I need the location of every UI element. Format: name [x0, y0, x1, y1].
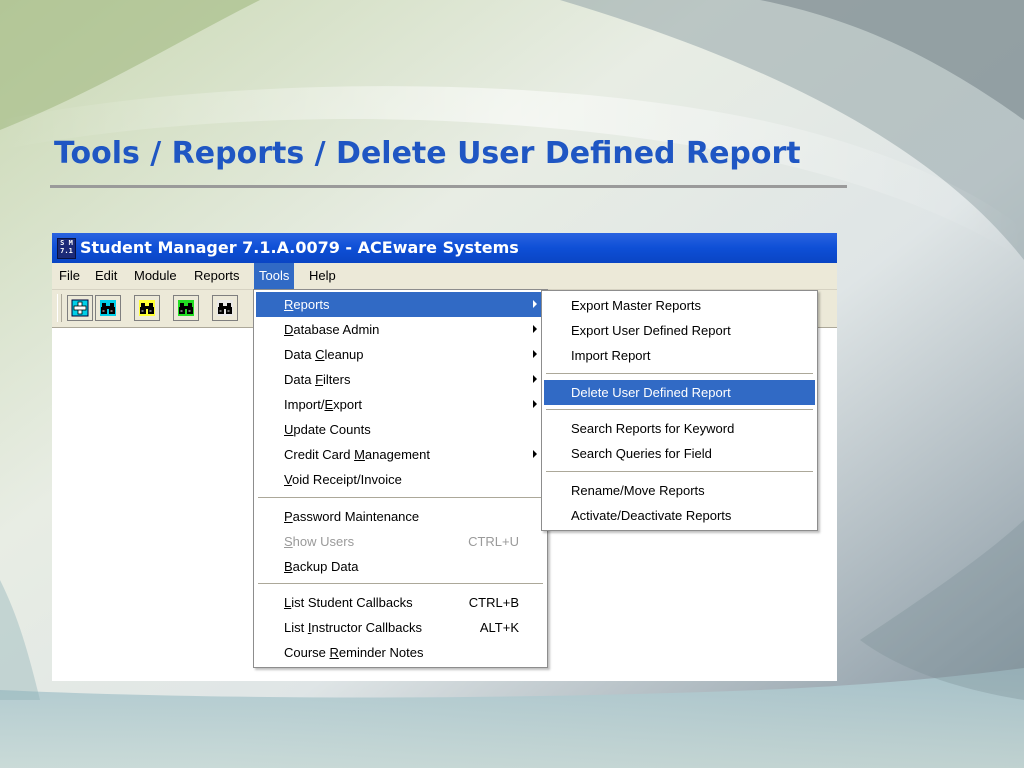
tools-menu-item-update-counts[interactable]: Update Counts [256, 417, 545, 442]
window-title-bar[interactable]: S M 7.1 Student Manager 7.1.A.0079 - ACE… [52, 233, 837, 263]
menu-item-shortcut: CTRL+U [468, 534, 519, 549]
menu-item-label: Reports [284, 297, 330, 312]
menu-item-label: Void Receipt/Invoice [284, 472, 402, 487]
mnemonic-letter: U [284, 422, 294, 437]
tools-menu-item-show-users: Show Users CTRL+U [256, 529, 545, 554]
app-icon-text-bottom: 7.1 [60, 247, 73, 255]
tools-menu-item-data-filters[interactable]: Data Filters [256, 367, 545, 392]
reports-submenu-item-search-reports-for-keyword[interactable]: Search Reports for Keyword [544, 416, 815, 441]
submenu-arrow-icon [533, 450, 537, 458]
menu-item-label: Backup Data [284, 559, 359, 574]
menu-file[interactable]: File [54, 263, 85, 289]
reports-submenu-item-activate-deactivate-reports[interactable]: Activate/Deactivate Reports [544, 503, 815, 528]
menu-item-label: Delete User Defined Report [571, 385, 731, 400]
menu-item-label: Show Users [284, 534, 355, 549]
reports-submenu-item-search-queries-for-field[interactable]: Search Queries for Field [544, 441, 815, 466]
reports-submenu-item-delete-user-defined-report[interactable]: Delete User Defined Report [544, 380, 815, 405]
find-button-yellow[interactable] [134, 295, 160, 321]
reports-submenu-item-export-master-reports[interactable]: Export Master Reports [544, 293, 815, 318]
title-divider [50, 185, 847, 188]
tools-menu-item-import-export[interactable]: Import/Export [256, 392, 545, 417]
tools-menu: Reports Database Admin Data Cleanup Data… [253, 289, 548, 668]
menu-item-label: Data Cleanup [284, 347, 364, 362]
find-button-gray[interactable] [212, 295, 238, 321]
tools-menu-item-password-maintenance[interactable]: Password Maintenance [256, 504, 545, 529]
menu-item-label: Update Counts [284, 422, 371, 437]
tools-menu-item-list-instructor-callbacks[interactable]: List Instructor Callbacks ALT+K [256, 615, 545, 640]
menu-item-label: Search Reports for Keyword [571, 421, 735, 436]
tools-menu-item-backup-data[interactable]: Backup Data [256, 554, 545, 579]
tools-menu-item-data-cleanup[interactable]: Data Cleanup [256, 342, 545, 367]
app-icon[interactable]: S M 7.1 [57, 238, 76, 259]
submenu-arrow-icon [533, 325, 537, 333]
mnemonic-letter: L [284, 595, 292, 610]
menu-separator [546, 373, 813, 374]
binoculars-icon [178, 300, 194, 316]
tools-menu-item-list-student-callbacks[interactable]: List Student Callbacks CTRL+B [256, 590, 545, 615]
menu-separator [546, 409, 813, 410]
menu-item-label: Import Report [571, 348, 651, 363]
mnemonic-letter: R [284, 297, 294, 312]
tools-menu-item-credit-card-management[interactable]: Credit Card Management [256, 442, 545, 467]
menu-item-label: Import/Export [284, 397, 363, 412]
tools-menu-item-void-receipt[interactable]: Void Receipt/Invoice [256, 467, 545, 492]
find-button-green[interactable] [173, 295, 199, 321]
tools-menu-item-reports[interactable]: Reports [256, 292, 545, 317]
menu-item-shortcut: ALT+K [479, 620, 519, 635]
mnemonic-letter: P [284, 509, 293, 524]
app-icon-text-top: S M [60, 239, 73, 247]
mnemonic-letter: M [354, 447, 365, 462]
menu-tools[interactable]: Tools [254, 263, 295, 289]
find-button-cyan[interactable] [95, 295, 121, 321]
toolbar-grip[interactable] [57, 294, 62, 322]
mnemonic-letter: R [329, 645, 339, 660]
mnemonic-letter: D [284, 322, 294, 337]
window-title: Student Manager 7.1.A.0079 - ACEware Sys… [80, 238, 519, 257]
tools-menu-item-course-reminder-notes[interactable]: Course Reminder Notes [256, 640, 545, 665]
menu-item-label: Database Admin [284, 322, 380, 337]
slide-title: Tools / Reports / Delete User Defined Re… [54, 136, 801, 171]
menu-item-label: Password Maintenance [284, 509, 420, 524]
reports-submenu-item-import-report[interactable]: Import Report [544, 343, 815, 368]
menu-item-label: Activate/Deactivate Reports [571, 508, 732, 523]
menu-item-label: List Instructor Callbacks [284, 620, 423, 635]
menu-item-label: List Student Callbacks [284, 595, 413, 610]
menu-separator [258, 583, 543, 584]
binoculars-icon [217, 300, 233, 316]
reports-submenu-item-export-user-defined-report[interactable]: Export User Defined Report [544, 318, 815, 343]
menu-item-shortcut: CTRL+B [468, 595, 519, 610]
menu-item-label: Export User Defined Report [571, 323, 731, 338]
binoculars-icon [139, 300, 155, 316]
mnemonic-letter: C [315, 347, 325, 362]
menu-bar: File Edit Module Reports Tools Help [52, 263, 837, 290]
menu-module[interactable]: Module [129, 263, 182, 289]
menu-item-label: Credit Card Management [284, 447, 430, 462]
tools-menu-item-database-admin[interactable]: Database Admin [256, 317, 545, 342]
mnemonic-letter: E [324, 397, 334, 412]
menu-help[interactable]: Help [304, 263, 341, 289]
reports-submenu: Export Master Reports Export User Define… [541, 290, 818, 531]
submenu-arrow-icon [533, 375, 537, 383]
menu-item-label: Rename/Move Reports [571, 483, 705, 498]
menu-item-label: Data Filters [284, 372, 351, 387]
mnemonic-letter: B [284, 559, 293, 574]
mnemonic-letter: I [307, 620, 312, 635]
submenu-arrow-icon [533, 300, 537, 308]
menu-item-label: Export Master Reports [571, 298, 702, 313]
submenu-arrow-icon [533, 350, 537, 358]
binoculars-icon [100, 300, 116, 316]
menu-edit[interactable]: Edit [90, 263, 122, 289]
menu-separator [258, 497, 543, 498]
add-record-button[interactable] [67, 295, 93, 321]
mnemonic-letter: S [284, 534, 293, 549]
add-icon [71, 299, 89, 317]
reports-submenu-item-rename-move-reports[interactable]: Rename/Move Reports [544, 478, 815, 503]
menu-reports[interactable]: Reports [189, 263, 245, 289]
submenu-arrow-icon [533, 400, 537, 408]
menu-separator [546, 471, 813, 472]
menu-item-label: Course Reminder Notes [284, 645, 424, 660]
mnemonic-letter: F [315, 372, 324, 387]
menu-item-label: Search Queries for Field [571, 446, 712, 461]
mnemonic-letter: V [284, 472, 292, 487]
